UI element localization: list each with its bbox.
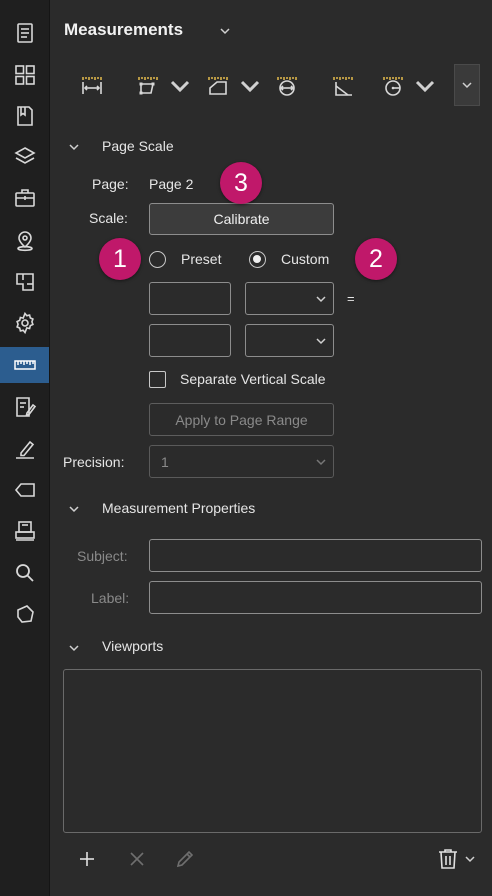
precision-select[interactable]: 1 — [149, 445, 334, 478]
scale-value-input-2[interactable] — [149, 324, 231, 357]
location-pin-icon — [17, 231, 33, 252]
settings-button[interactable] — [4, 306, 46, 340]
tag-button[interactable] — [4, 473, 46, 507]
custom-radio[interactable] — [249, 251, 266, 268]
label-label: Label: — [91, 590, 130, 606]
measurements-button[interactable] — [0, 347, 49, 383]
trash-dropdown-chevron-icon[interactable] — [464, 853, 476, 865]
tag-icon — [14, 483, 35, 497]
angle-tool-button[interactable] — [331, 68, 355, 104]
label-input[interactable] — [149, 581, 482, 614]
precision-dropdown-chevron-icon — [316, 459, 326, 466]
unit-2-dropdown-chevron-icon — [316, 338, 326, 345]
area-dropdown-chevron-icon[interactable] — [238, 74, 262, 98]
viewports-heading[interactable]: Viewports — [102, 638, 163, 654]
layers-icon — [14, 147, 36, 164]
area-tool-button[interactable] — [206, 68, 262, 104]
signatures-pen-icon — [16, 440, 35, 459]
calibrate-button[interactable]: Calibrate — [149, 203, 334, 235]
diameter-tool-button[interactable] — [275, 68, 299, 104]
search-button[interactable] — [4, 556, 46, 590]
toolbar-overflow-button[interactable] — [454, 64, 480, 106]
signatures-button[interactable] — [4, 432, 46, 466]
length-tool-button[interactable] — [80, 68, 104, 104]
unit-1-dropdown-chevron-icon — [316, 296, 326, 303]
ruler-icon — [13, 360, 36, 370]
polylength-icon — [138, 77, 158, 95]
delete-viewport-x-icon[interactable] — [126, 848, 148, 870]
page-scale-heading[interactable]: Page Scale — [102, 138, 174, 154]
left-tool-rail — [0, 0, 50, 896]
separate-vertical-scale-checkbox[interactable] — [149, 371, 166, 388]
page-scale-collapse-chevron-icon[interactable] — [68, 141, 80, 153]
trash-icon[interactable] — [436, 847, 460, 871]
precision-value: 1 — [161, 454, 169, 470]
callout-badge-3: 3 — [220, 162, 262, 204]
length-measure-icon — [82, 77, 102, 94]
layers-button[interactable] — [4, 140, 46, 174]
add-viewport-icon[interactable] — [76, 848, 98, 870]
apply-to-page-range-button[interactable]: Apply to Page Range — [149, 403, 334, 436]
measurement-properties-collapse-chevron-icon[interactable] — [68, 503, 80, 515]
toolbar-overflow-chevron-icon — [462, 82, 472, 89]
thumbnails-button[interactable] — [4, 58, 46, 92]
spaces-button[interactable] — [4, 265, 46, 299]
thumbnails-icon — [15, 65, 35, 85]
polylength-tool-button[interactable] — [136, 68, 192, 104]
book-button[interactable] — [4, 99, 46, 133]
subject-input[interactable] — [149, 539, 482, 572]
subject-label: Subject: — [77, 548, 128, 564]
location-button[interactable] — [4, 224, 46, 258]
radius-measure-icon — [383, 77, 403, 96]
precision-label: Precision: — [63, 454, 125, 470]
markups-list-button[interactable] — [4, 390, 46, 424]
panel-menu-chevron-icon[interactable] — [219, 25, 231, 37]
diameter-measure-icon — [277, 77, 297, 96]
edit-viewport-pencil-icon[interactable] — [174, 848, 196, 870]
viewports-list[interactable] — [63, 669, 482, 833]
callout-badge-1: 1 — [99, 238, 141, 280]
separate-vertical-scale-label[interactable]: Separate Vertical Scale — [180, 371, 326, 387]
panel-title: Measurements — [64, 20, 184, 39]
radius-tool-button[interactable] — [381, 68, 437, 104]
scale-value-input-1[interactable] — [149, 282, 231, 315]
custom-radio-selected-dot — [253, 255, 261, 263]
shape-icon — [17, 605, 34, 623]
scale-unit-select-2[interactable] — [245, 324, 334, 357]
viewports-collapse-chevron-icon[interactable] — [68, 642, 80, 654]
polylength-dropdown-chevron-icon[interactable] — [168, 74, 192, 98]
measurements-panel: Measurements Page Scale Page: Page 2 Sca… — [50, 0, 492, 896]
equals-sign: = — [347, 291, 355, 306]
toolbox-icon — [15, 189, 35, 207]
callout-badge-2: 2 — [355, 238, 397, 280]
radius-dropdown-chevron-icon[interactable] — [413, 74, 437, 98]
spaces-icon — [16, 273, 34, 291]
scale-label: Scale: — [89, 210, 128, 226]
printer-stack-icon — [15, 521, 35, 541]
page-value: Page 2 — [149, 176, 194, 192]
markups-list-icon — [16, 397, 37, 417]
settings-gear-icon — [16, 311, 34, 335]
scale-unit-select-1[interactable] — [245, 282, 334, 315]
page-label: Page: — [92, 176, 129, 192]
preset-radio[interactable] — [149, 251, 166, 268]
angle-measure-icon — [333, 77, 353, 96]
bookmarks-panel-icon — [17, 23, 33, 43]
measurement-properties-heading[interactable]: Measurement Properties — [102, 500, 255, 516]
shape-button[interactable] — [4, 597, 46, 631]
printer-stack-button[interactable] — [4, 514, 46, 548]
search-icon — [16, 564, 34, 582]
area-measure-icon — [208, 77, 228, 95]
toolbox-button[interactable] — [4, 181, 46, 215]
custom-label[interactable]: Custom — [281, 251, 329, 267]
book-icon — [17, 106, 33, 126]
bookmarks-panel-button[interactable] — [4, 16, 46, 50]
preset-label[interactable]: Preset — [181, 251, 221, 267]
